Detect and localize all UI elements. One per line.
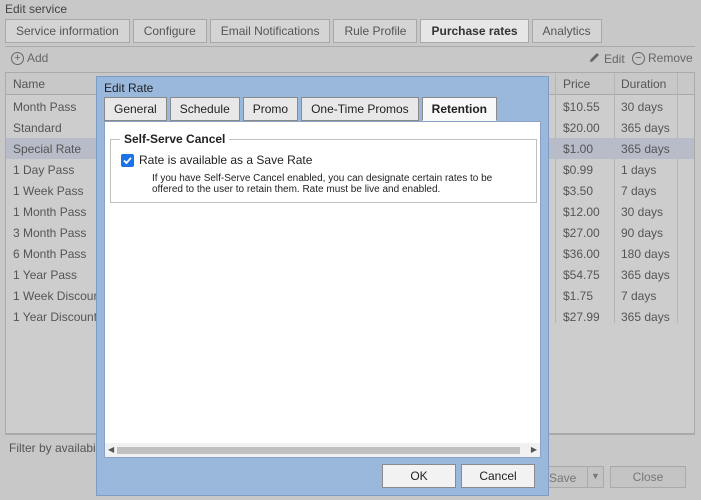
- cell-price: $12.00: [563, 205, 600, 219]
- tab-analytics[interactable]: Analytics: [531, 19, 602, 43]
- service-tabs: Service information Configure Email Noti…: [5, 19, 602, 43]
- cell-duration: 365 days: [621, 310, 670, 324]
- tab-purchase-rates[interactable]: Purchase rates: [420, 19, 529, 43]
- column-header-name[interactable]: Name: [13, 77, 45, 91]
- rates-toolbar: + Add Edit − Remove: [5, 46, 695, 70]
- edit-rate-dialog: Edit Rate General Schedule Promo One-Tim…: [96, 76, 549, 496]
- cell-duration: 90 days: [621, 226, 664, 240]
- save-button[interactable]: Save ▼: [540, 466, 604, 488]
- scroll-left-icon[interactable]: ◀: [108, 445, 114, 454]
- checkmark-icon: [123, 157, 132, 165]
- cell-name: 6 Month Pass: [13, 247, 87, 261]
- add-label: Add: [27, 51, 49, 65]
- remove-button[interactable]: − Remove: [632, 51, 693, 65]
- save-rate-help-text: If you have Self-Serve Cancel enabled, y…: [152, 173, 493, 195]
- retention-panel: Self-Serve Cancel Rate is available as a…: [104, 121, 541, 458]
- cell-duration: 180 days: [621, 247, 670, 261]
- column-header-price[interactable]: Price: [563, 77, 590, 91]
- edit-button[interactable]: Edit: [588, 51, 625, 67]
- cell-duration: 7 days: [621, 184, 657, 198]
- pencil-icon: [588, 51, 601, 67]
- cell-duration: 365 days: [621, 268, 670, 282]
- horizontal-scrollbar[interactable]: ◀ ▶: [105, 443, 540, 457]
- plus-circle-icon: +: [11, 51, 24, 65]
- cell-price: $3.50: [563, 184, 594, 198]
- cell-name: 3 Month Pass: [13, 226, 87, 240]
- filter-label[interactable]: Filter by availabili: [9, 441, 101, 455]
- chevron-down-icon[interactable]: ▼: [587, 467, 603, 487]
- dialog-tabs: General Schedule Promo One-Time Promos R…: [104, 97, 498, 121]
- dialog-title: Edit Rate: [104, 81, 154, 95]
- cell-duration: 1 days: [621, 163, 657, 177]
- cell-name: 1 Year Discount: [13, 310, 98, 324]
- tab-promo[interactable]: Promo: [242, 97, 299, 121]
- cell-price: $27.00: [563, 226, 600, 240]
- ok-button[interactable]: OK: [382, 464, 456, 488]
- cell-duration: 30 days: [621, 205, 664, 219]
- edit-label: Edit: [604, 52, 625, 66]
- fieldset-legend: Self-Serve Cancel: [120, 132, 230, 146]
- add-button[interactable]: + Add: [11, 51, 48, 65]
- save-rate-checkbox[interactable]: [121, 154, 134, 167]
- cell-price: $10.55: [563, 100, 600, 114]
- cell-price: $0.99: [563, 163, 594, 177]
- tab-email-notifications[interactable]: Email Notifications: [209, 19, 331, 43]
- remove-label: Remove: [648, 51, 693, 65]
- cell-price: $20.00: [563, 121, 600, 135]
- cancel-button[interactable]: Cancel: [461, 464, 535, 488]
- window-title: Edit service: [5, 2, 68, 16]
- cell-name: 1 Day Pass: [13, 163, 75, 177]
- cell-name: 1 Month Pass: [13, 205, 87, 219]
- minus-circle-icon: −: [632, 51, 645, 65]
- cell-name: 1 Year Pass: [13, 268, 78, 282]
- tab-general[interactable]: General: [104, 97, 167, 121]
- cell-price: $1.00: [563, 142, 594, 156]
- tab-configure[interactable]: Configure: [132, 19, 207, 43]
- self-serve-cancel-fieldset: Self-Serve Cancel Rate is available as a…: [110, 132, 537, 203]
- cell-price: $27.99: [563, 310, 600, 324]
- cell-name: Standard: [13, 121, 62, 135]
- cell-name: Special Rate: [13, 142, 82, 156]
- cell-name: 1 Week Discount: [13, 289, 104, 303]
- save-rate-checkbox-label[interactable]: Rate is available as a Save Rate: [139, 153, 312, 167]
- tab-schedule[interactable]: Schedule: [169, 97, 240, 121]
- scroll-right-icon[interactable]: ▶: [531, 445, 537, 454]
- tab-retention[interactable]: Retention: [421, 97, 498, 121]
- save-label: Save: [549, 471, 577, 485]
- scrollbar-thumb[interactable]: [117, 447, 520, 454]
- cell-price: $54.75: [563, 268, 600, 282]
- column-header-duration[interactable]: Duration: [621, 77, 666, 91]
- cell-duration: 365 days: [621, 121, 670, 135]
- cell-price: $1.75: [563, 289, 594, 303]
- cell-duration: 365 days: [621, 142, 670, 156]
- tab-rule-profile[interactable]: Rule Profile: [333, 19, 418, 43]
- close-button[interactable]: Close: [610, 466, 686, 488]
- cell-duration: 7 days: [621, 289, 657, 303]
- cell-duration: 30 days: [621, 100, 664, 114]
- cell-name: 1 Week Pass: [13, 184, 84, 198]
- tab-service-information[interactable]: Service information: [5, 19, 130, 43]
- tab-one-time-promos[interactable]: One-Time Promos: [301, 97, 419, 121]
- cell-name: Month Pass: [13, 100, 77, 114]
- cell-price: $36.00: [563, 247, 600, 261]
